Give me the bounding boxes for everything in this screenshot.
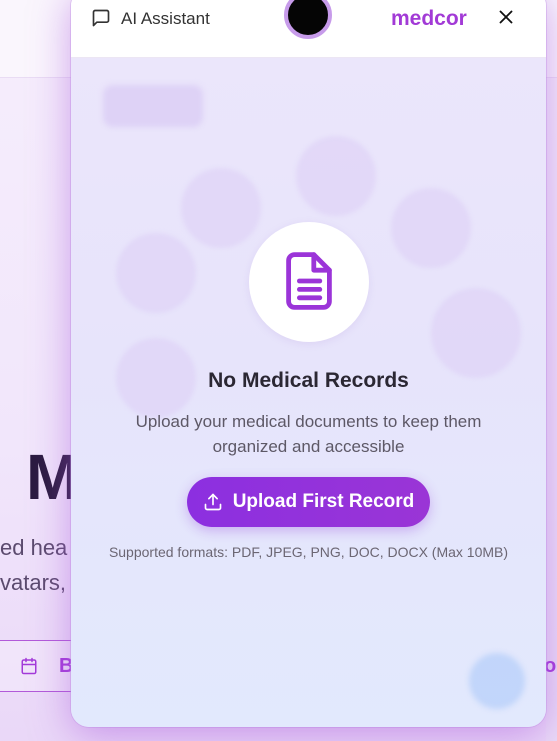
blurred-placeholder-circle xyxy=(181,168,261,248)
upload-button-label: Upload First Record xyxy=(232,491,415,512)
upload-first-record-button[interactable]: Upload First Record xyxy=(187,477,430,527)
panel-header: AI Assistant medcor xyxy=(71,0,546,58)
empty-state-title: No Medical Records xyxy=(208,369,409,392)
background-right-strip xyxy=(546,78,557,741)
avatar[interactable] xyxy=(284,0,332,39)
blurred-placeholder-circle xyxy=(431,288,521,378)
chat-bubble-icon xyxy=(92,9,110,27)
blurred-placeholder-circle xyxy=(116,233,196,313)
blurred-floating-button xyxy=(469,653,525,709)
empty-state-description: Upload your medical documents to keep th… xyxy=(135,412,482,456)
brand-logo: medcor xyxy=(391,7,467,30)
blurred-placeholder-circle xyxy=(391,188,471,268)
calendar-icon xyxy=(21,657,37,675)
close-icon[interactable] xyxy=(495,6,517,28)
supported-formats-note: Supported formats: PDF, JPEG, PNG, DOC, … xyxy=(108,544,509,560)
document-icon xyxy=(286,252,332,310)
background-text-line: vatars, xyxy=(0,570,67,595)
blurred-placeholder-circle xyxy=(296,136,376,216)
assistant-panel: AI Assistant medcor No Medical Records U… xyxy=(71,0,546,727)
background-text-line: ed hea xyxy=(0,535,68,560)
empty-state-icon-circle xyxy=(249,222,369,342)
blurred-placeholder-bar xyxy=(103,85,203,127)
upload-icon xyxy=(204,493,222,511)
assistant-title: AI Assistant xyxy=(121,9,210,28)
